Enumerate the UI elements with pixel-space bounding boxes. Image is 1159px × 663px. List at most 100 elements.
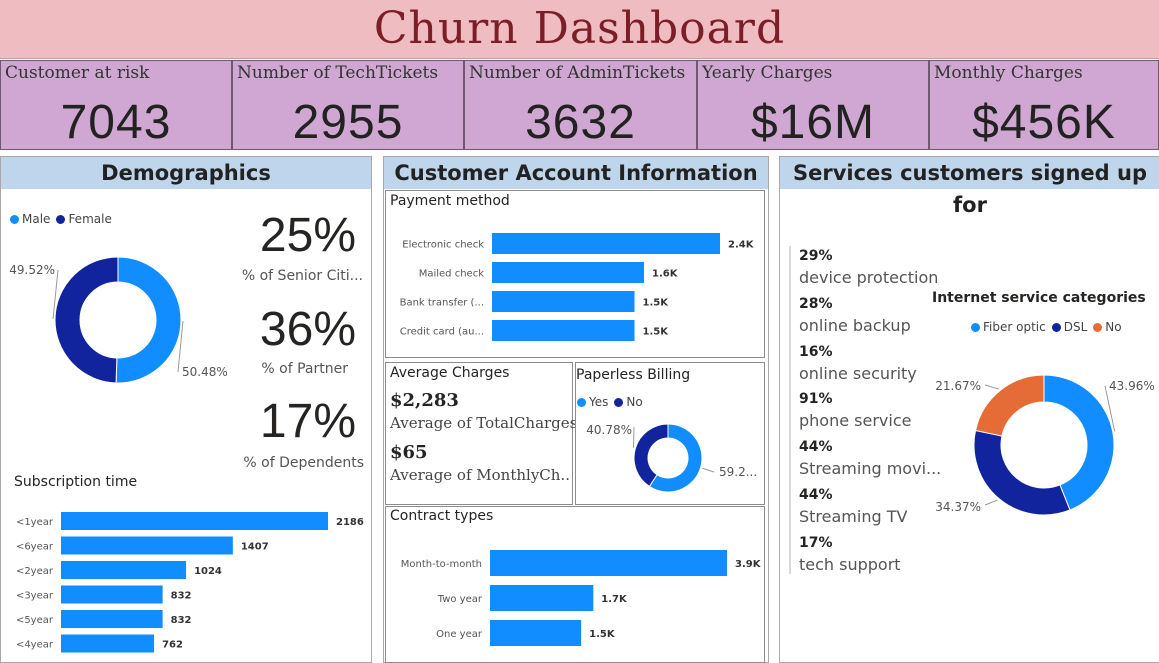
gender-donut-chart[interactable]: 50.48%49.52% <box>0 240 245 400</box>
legend-label: No <box>1105 320 1122 334</box>
legend-dot-icon <box>577 397 586 407</box>
kpi-customer-at-risk[interactable]: Customer at risk 7043 <box>0 60 232 150</box>
bar-value-label: 3.9K <box>735 559 762 570</box>
service-pct: 28% <box>799 296 833 312</box>
bar-value-label: 2.4K <box>728 240 755 251</box>
gender-legend[interactable]: Male Female <box>7 212 112 226</box>
slice-value-label: 40.78% <box>586 423 632 437</box>
bar-value-label: 762 <box>162 640 183 651</box>
bar-value-label: 1.5K <box>643 298 670 309</box>
donut-slice <box>115 256 182 384</box>
avg-total-caption: Average of TotalCharges <box>390 414 578 432</box>
avg-total-value: $2,283 <box>390 390 459 411</box>
service-label: device protection <box>799 268 939 287</box>
internet-legend[interactable]: Fiber optic DSL No <box>968 320 1122 334</box>
kpi-value: $16M <box>750 96 876 149</box>
internet-donut-chart[interactable]: 43.96% 34.37% 21.67% <box>925 370 1155 520</box>
slice-value-label: 21.67% <box>935 379 981 393</box>
title-bar: Churn Dashboard <box>0 0 1159 59</box>
bar-value-label: 2186 <box>336 517 364 528</box>
service-pct: 17% <box>799 535 833 551</box>
kpi-label: Monthly Charges <box>934 63 1083 83</box>
service-label: online backup <box>799 316 911 335</box>
bar <box>61 634 155 653</box>
slice-value-label: 59.2... <box>719 465 757 479</box>
avg-monthly-caption: Average of MonthlyCh... <box>390 466 570 484</box>
bar-value-label: 1024 <box>194 566 222 577</box>
bar <box>61 512 328 530</box>
bar <box>492 291 635 312</box>
legend-dot-icon <box>1093 322 1103 332</box>
paperless-donut-chart[interactable]: 59.2... 40.78% <box>577 412 763 502</box>
services-divider <box>789 246 791 574</box>
bar <box>61 585 163 604</box>
legend-label: DSL <box>1063 320 1088 334</box>
bar-category-label: <2year <box>16 566 54 577</box>
legend-label: Male <box>22 212 51 226</box>
service-pct: 16% <box>799 344 833 360</box>
subscription-bar-chart[interactable]: <1year 2186 <6year 1407 <2year 1024 <3year 832 <… <box>0 500 370 660</box>
bar-value-label: 1.5K <box>643 327 670 338</box>
bar-value-label: 1.6K <box>652 269 679 280</box>
service-label: online security <box>799 364 917 383</box>
bar-value-label: 1.5K <box>589 629 616 640</box>
kpi-yearly-charges[interactable]: Yearly Charges $16M <box>697 60 929 150</box>
legend-label: Female <box>68 212 112 226</box>
kpi-label: Customer at risk <box>5 63 150 83</box>
slice-value-label: 43.96% <box>1109 379 1155 393</box>
senior-pct: 25% <box>259 209 356 262</box>
kpi-tech-tickets[interactable]: Number of TechTickets 2955 <box>232 60 464 150</box>
legend-label: Yes <box>589 395 609 409</box>
paperless-legend[interactable]: Yes No <box>574 395 643 409</box>
kpi-label: Number of AdminTickets <box>469 63 686 83</box>
bar-category-label: Mailed check <box>419 269 484 280</box>
contract-title: Contract types <box>390 508 494 524</box>
legend-dot-icon <box>10 214 19 224</box>
page-title: Churn Dashboard <box>373 3 786 54</box>
partner-pct: 36% <box>259 303 356 356</box>
payment-bar-chart[interactable]: Electronic check 2.4K Mailed check 1.6K Bank… <box>386 220 764 355</box>
kpi-value: 2955 <box>292 96 404 149</box>
dependents-caption: % of Dependents <box>243 455 364 471</box>
kpi-admin-tickets[interactable]: Number of AdminTickets 3632 <box>464 60 697 150</box>
leader-line <box>984 384 999 390</box>
bar-category-label: <5year <box>16 615 54 626</box>
bar-category-label: <3year <box>16 591 54 602</box>
demographics-title: Demographics <box>1 157 371 189</box>
bar <box>61 610 163 628</box>
bar <box>490 585 594 611</box>
avg-monthly-value: $65 <box>390 442 428 463</box>
donut-slice <box>54 256 119 384</box>
bar-category-label: <6year <box>16 542 54 553</box>
bar-category-label: Two year <box>437 594 483 605</box>
kpi-monthly-charges[interactable]: Monthly Charges $456K <box>929 60 1159 150</box>
kpi-value: $456K <box>972 96 1116 149</box>
leader-line <box>632 426 635 448</box>
slice-value-label: 34.37% <box>935 500 981 514</box>
kpi-label: Yearly Charges <box>702 63 833 83</box>
bar-category-label: Month-to-month <box>401 559 482 570</box>
payment-title: Payment method <box>390 193 510 209</box>
bar <box>490 550 727 576</box>
bar-category-label: Electronic check <box>402 240 484 251</box>
bar-category-label: <4year <box>16 640 54 651</box>
leader-line <box>984 499 998 506</box>
service-label: Streaming movi... <box>799 459 942 478</box>
bar <box>492 233 720 254</box>
legend-dot-icon <box>971 322 980 332</box>
bar <box>492 320 635 341</box>
service-pct: 29% <box>799 248 833 264</box>
services-title: Services customers signed up for <box>780 157 1159 217</box>
partner-caption: % of Partner <box>261 361 348 377</box>
service-pct: 44% <box>799 439 833 455</box>
legend-dot-icon <box>1051 322 1061 332</box>
dependents-pct: 17% <box>259 395 356 448</box>
bar-value-label: 832 <box>171 591 192 602</box>
bar-value-label: 832 <box>171 615 192 626</box>
contract-bar-chart[interactable]: Month-to-month 3.9K Two year 1.7K One year 1.… <box>386 538 764 658</box>
bar <box>61 561 187 579</box>
internet-title: Internet service categories <box>932 290 1146 306</box>
leader-line <box>702 467 715 473</box>
bar <box>490 620 582 646</box>
average-title: Average Charges <box>390 365 510 381</box>
